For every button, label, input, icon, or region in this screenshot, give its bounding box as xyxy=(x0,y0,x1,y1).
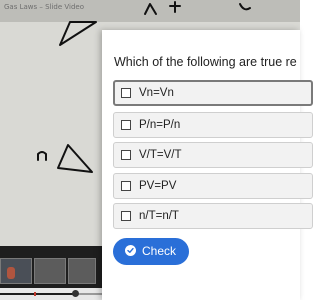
progress-handle[interactable] xyxy=(72,290,79,297)
answer-label: n/T=n/T xyxy=(139,210,179,222)
progress-fill xyxy=(0,293,75,295)
answer-label: PV=PV xyxy=(139,180,177,192)
answer-option[interactable]: Vn=Vn xyxy=(113,80,313,106)
filmstrip-thumbnail[interactable] xyxy=(0,258,32,284)
filmstrip-thumbnail[interactable] xyxy=(34,258,66,284)
check-button-label: Check xyxy=(142,244,177,258)
answer-label: P/n=P/n xyxy=(139,119,181,131)
progress-marker[interactable] xyxy=(34,292,36,296)
checkbox[interactable] xyxy=(121,211,131,221)
check-circle-icon xyxy=(125,245,136,256)
quiz-question: Which of the following are true re xyxy=(114,55,297,69)
answer-label: V/T=V/T xyxy=(139,149,182,161)
answer-option[interactable]: V/T=V/T xyxy=(113,142,313,168)
answer-label: Vn=Vn xyxy=(139,87,174,99)
answer-option[interactable]: P/n=P/n xyxy=(113,112,313,138)
check-button[interactable]: Check xyxy=(113,238,189,265)
checkbox[interactable] xyxy=(121,88,131,98)
checkbox[interactable] xyxy=(121,181,131,191)
filmstrip-thumbnail[interactable] xyxy=(68,258,96,284)
quiz-panel: Which of the following are true re Vn=Vn… xyxy=(102,30,313,300)
answer-option[interactable]: PV=PV xyxy=(113,173,313,199)
answer-option[interactable]: n/T=n/T xyxy=(113,203,313,229)
checkbox[interactable] xyxy=(121,120,131,130)
checkbox[interactable] xyxy=(121,150,131,160)
